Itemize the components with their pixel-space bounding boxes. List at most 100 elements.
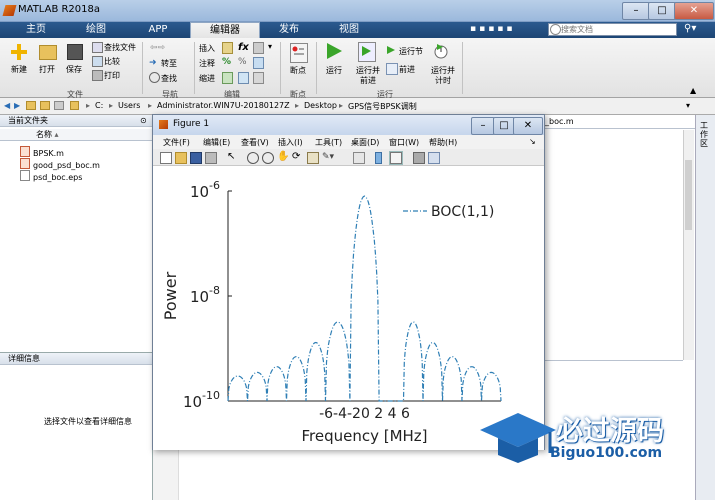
editor-tab-file[interactable]: _boc.m xyxy=(545,117,574,126)
list-item[interactable]: good_psd_boc.m xyxy=(20,158,100,170)
editor-scrollbar[interactable] xyxy=(683,130,694,360)
tab-view[interactable]: 视图 xyxy=(320,22,378,38)
list-item[interactable]: psd_boc.eps xyxy=(20,170,82,182)
save-figure-icon[interactable] xyxy=(190,152,202,164)
menu-desktop[interactable]: 桌面(D) xyxy=(351,137,379,148)
rotate-3d-icon[interactable]: ⟳ xyxy=(292,152,302,162)
workspace-label[interactable]: 工作区 xyxy=(700,121,710,148)
colorbar-icon[interactable] xyxy=(375,152,382,164)
zoom-in-icon[interactable] xyxy=(247,152,259,164)
brush-icon[interactable]: ✎▾ xyxy=(322,152,334,162)
help-dropdown[interactable]: ⚲▾ xyxy=(684,23,696,34)
menu-view[interactable]: 查看(V) xyxy=(241,137,269,148)
goto-button[interactable]: 转至 xyxy=(161,58,177,69)
find-button[interactable]: 查找 xyxy=(161,73,177,84)
maximize-button[interactable]: □ xyxy=(648,2,676,20)
smart-indent-icon[interactable] xyxy=(253,72,264,84)
indent-button[interactable]: 缩进 xyxy=(199,73,215,84)
collapse-ribbon-icon[interactable]: ▲ xyxy=(690,86,696,95)
menu-tools[interactable]: 工具(T) xyxy=(315,137,342,148)
nav-back-icon[interactable]: ◀ xyxy=(4,101,10,110)
crumb-user-folder[interactable]: Administrator.WIN7U-20180127Z xyxy=(157,101,290,110)
insert-button[interactable]: 插入 xyxy=(199,43,215,54)
print-figure-icon[interactable] xyxy=(205,152,217,164)
fx-button[interactable]: fx xyxy=(238,42,249,53)
search-input[interactable]: 搜索文档 xyxy=(548,23,677,36)
back-forward-icon[interactable]: ⇦⇨ xyxy=(150,43,172,53)
run-advance-button-line2: 前进 xyxy=(360,76,376,85)
details-header: 详细信息 xyxy=(0,353,152,365)
breakpoints-button[interactable]: 断点 xyxy=(290,65,306,76)
find-files-button[interactable]: 查找文件 xyxy=(104,42,136,53)
browse-folder-icon[interactable] xyxy=(40,101,50,110)
pan-hand-icon[interactable]: ✋ xyxy=(277,152,289,162)
open-file-icon[interactable] xyxy=(175,152,187,164)
folder-up-icon[interactable] xyxy=(26,101,36,110)
figure-minimize-button[interactable]: – xyxy=(471,117,495,135)
new-icon xyxy=(10,43,28,61)
crumb-drive[interactable]: C: xyxy=(95,101,103,110)
edit-dropdown-icon[interactable]: ▾ xyxy=(268,42,272,51)
wrap-comments-icon[interactable] xyxy=(253,57,264,69)
new-figure-icon[interactable] xyxy=(160,152,172,164)
menu-help[interactable]: 帮助(H) xyxy=(429,137,457,148)
watermark: 必过源码 Biguo100.com xyxy=(470,405,710,475)
hide-plot-tools-icon[interactable] xyxy=(413,152,425,164)
open-button[interactable]: 打开 xyxy=(39,64,55,75)
ribbon-separator xyxy=(142,42,143,94)
run-button[interactable]: 运行 xyxy=(326,65,342,76)
menu-file[interactable]: 文件(F) xyxy=(163,137,190,148)
insert-dropdown-icon[interactable] xyxy=(253,42,264,54)
zoom-out-icon[interactable] xyxy=(262,152,274,164)
outdent-icon[interactable] xyxy=(238,72,249,84)
run-section-button[interactable]: 运行节 xyxy=(399,46,423,57)
close-button[interactable]: ✕ xyxy=(674,2,714,20)
tab-home[interactable]: 主页 xyxy=(8,22,64,38)
compare-icon xyxy=(92,56,103,67)
ribbon-separator xyxy=(316,42,317,94)
address-bar[interactable]: ◀ ▶ ▸ C: ▸ Users ▸ Administrator.WIN7U-2… xyxy=(0,98,715,115)
uncomment-icon[interactable]: % xyxy=(238,57,247,67)
new-button[interactable]: 新建 xyxy=(11,64,27,75)
percent-comment-icon[interactable]: % xyxy=(222,57,231,67)
compare-button[interactable]: 比较 xyxy=(104,56,120,67)
menu-dock-icon[interactable]: ↘ xyxy=(529,137,536,146)
edit-plot-arrow-icon[interactable]: ↖ xyxy=(227,152,237,162)
new-folder-icon[interactable] xyxy=(54,101,64,110)
print-button[interactable]: 打印 xyxy=(104,70,120,81)
data-cursor-icon[interactable] xyxy=(307,152,319,164)
tab-plots[interactable]: 绘图 xyxy=(68,22,124,38)
list-item[interactable]: BPSK.m xyxy=(20,146,64,158)
panel-actions-icon[interactable]: ⊙ xyxy=(140,116,147,125)
show-plot-tools-icon[interactable] xyxy=(428,152,440,164)
run-section-icon xyxy=(386,45,396,55)
minimize-button[interactable]: – xyxy=(622,2,650,20)
details-panel: 详细信息 选择文件以查看详细信息 xyxy=(0,352,153,500)
tab-apps[interactable]: APP xyxy=(130,22,186,38)
comment-button[interactable]: 注释 xyxy=(199,58,215,69)
nav-forward-icon[interactable]: ▶ xyxy=(14,101,20,110)
menu-insert[interactable]: 插入(I) xyxy=(278,137,303,148)
link-plot-icon[interactable] xyxy=(353,152,365,164)
matlab-logo-icon xyxy=(2,5,17,16)
insert-section-icon[interactable] xyxy=(222,42,233,54)
address-dropdown-icon[interactable]: ▾ xyxy=(686,101,690,110)
indent-icon[interactable] xyxy=(222,72,233,84)
menu-edit[interactable]: 编辑(E) xyxy=(203,137,230,148)
legend-entry: BOC(1,1) xyxy=(431,204,494,220)
scrollbar-thumb[interactable] xyxy=(685,160,692,230)
crumb-users[interactable]: Users xyxy=(118,101,140,110)
legend-icon[interactable] xyxy=(389,151,403,165)
quick-access-toolbar[interactable]: ▪▪▪▪▪ xyxy=(470,24,540,36)
watermark-url: Biguo100.com xyxy=(550,445,663,461)
save-button[interactable]: 保存 xyxy=(66,64,82,75)
crumb-current-folder[interactable]: GPS信号BPSK调制 xyxy=(348,101,417,112)
menu-window[interactable]: 窗口(W) xyxy=(389,137,419,148)
name-column-header[interactable]: 名称 ▴ xyxy=(0,129,152,141)
crumb-desktop[interactable]: Desktop xyxy=(304,101,337,110)
tab-publish[interactable]: 发布 xyxy=(260,22,318,38)
advance-button[interactable]: 前进 xyxy=(399,64,415,75)
figure-maximize-button[interactable]: □ xyxy=(493,117,515,135)
tab-editor[interactable]: 编辑器 xyxy=(190,22,260,39)
figure-close-button[interactable]: ✕ xyxy=(513,117,543,135)
